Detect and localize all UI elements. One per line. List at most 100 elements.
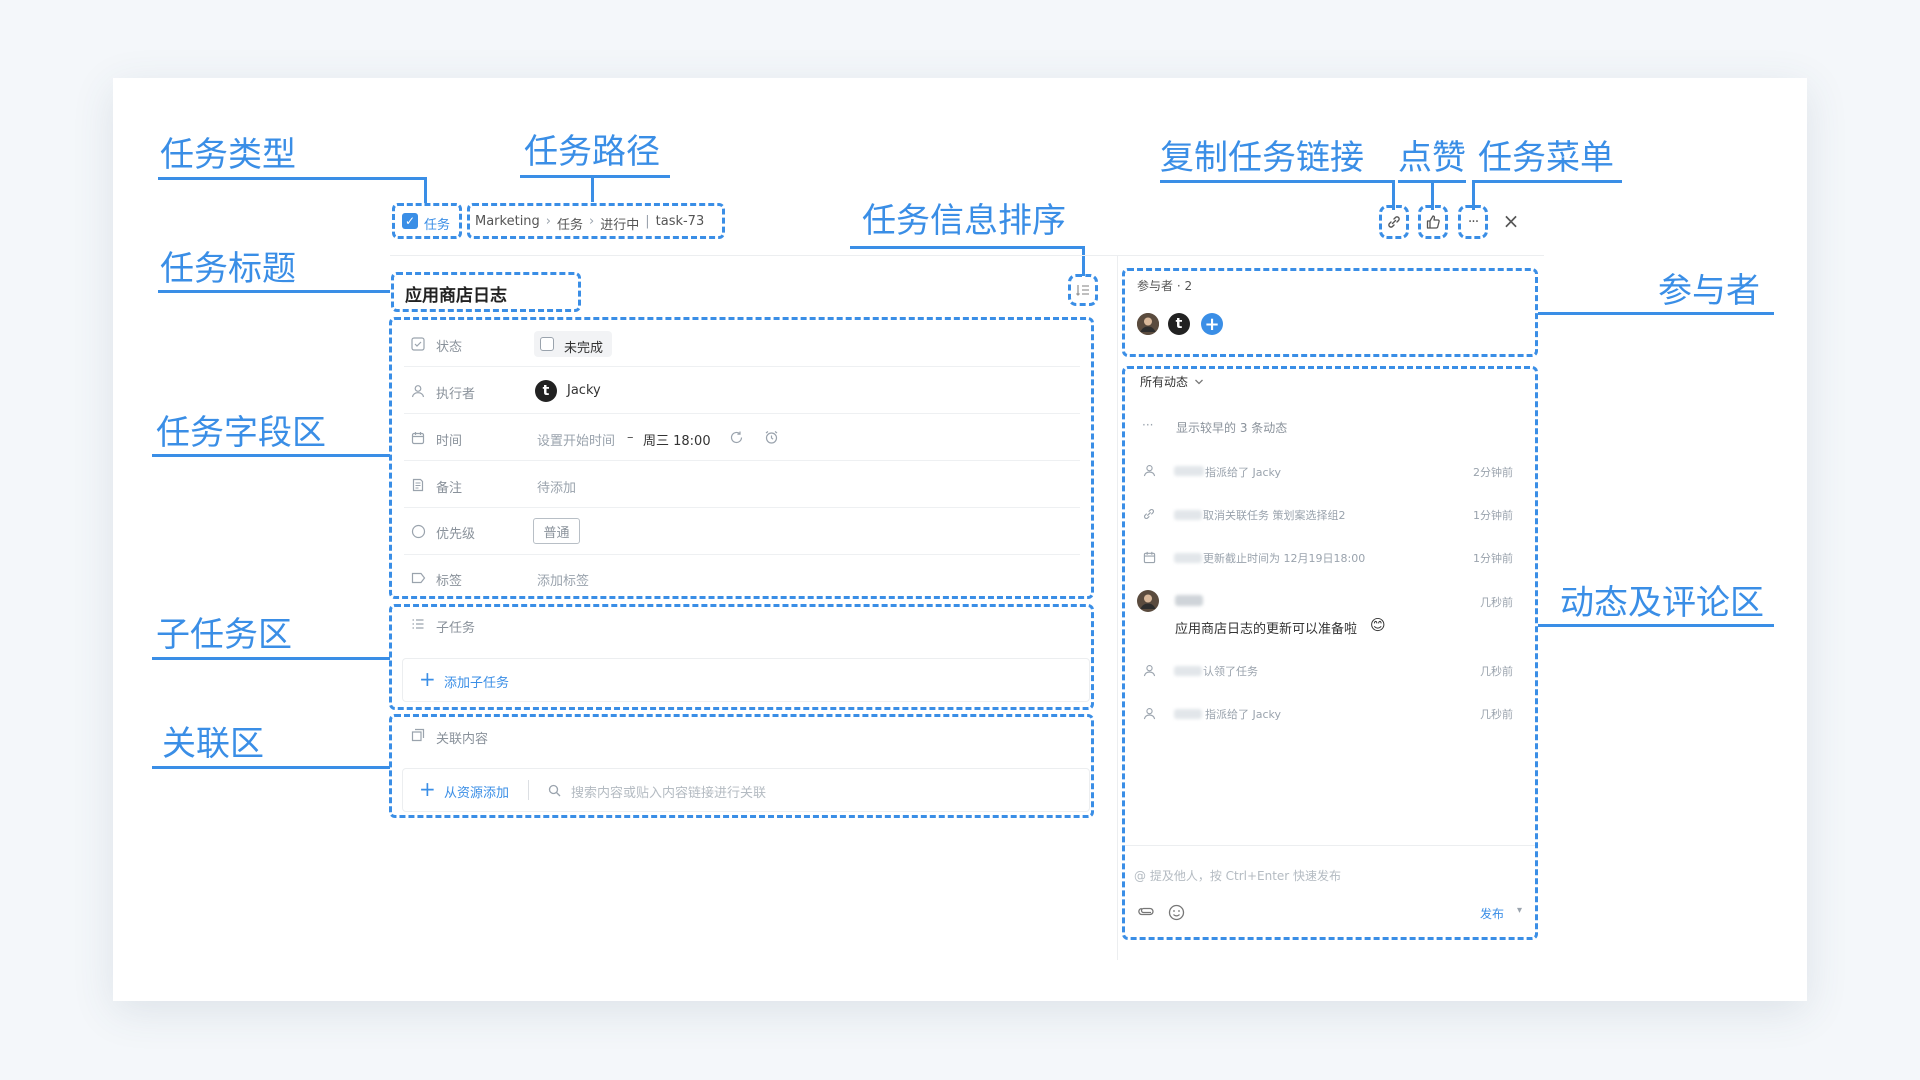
assignee-value[interactable]: Jacky bbox=[567, 383, 601, 398]
activity-time: 2分钟前 bbox=[1473, 466, 1513, 479]
start-time-placeholder[interactable]: 设置开始时间 bbox=[537, 430, 615, 449]
annotation-subtasks-area: 子任务区 bbox=[156, 615, 292, 655]
relations-search-input[interactable]: 搜索内容或贴入内容链接进行关联 bbox=[571, 782, 766, 801]
annotation-copy-link: 复制任务链接 bbox=[1160, 138, 1364, 178]
status-value: 未完成 bbox=[564, 341, 604, 356]
annotation-line bbox=[158, 290, 390, 293]
chevron-right-icon: › bbox=[545, 214, 551, 229]
add-subtask-button[interactable]: 添加子任务 bbox=[444, 672, 509, 691]
participant-avatar-photo[interactable] bbox=[1137, 313, 1159, 335]
activity-icon-wrap bbox=[1141, 662, 1157, 678]
copy-link-button[interactable] bbox=[1383, 212, 1405, 232]
link-icon bbox=[1388, 216, 1400, 228]
breadcrumb-item-task-id[interactable]: task-73 bbox=[656, 214, 705, 233]
reminder-button[interactable] bbox=[762, 428, 780, 446]
annotation-line bbox=[1538, 624, 1774, 627]
annotation-line bbox=[152, 766, 390, 769]
activity-text: 指派给了 Jacky bbox=[1205, 708, 1282, 721]
assignee-label: 执行者 bbox=[436, 387, 476, 402]
annotation-task-type: 任务类型 bbox=[160, 135, 296, 175]
avatar-letter: t bbox=[1175, 316, 1183, 332]
activity-filter-dropdown[interactable]: 所有动态 bbox=[1140, 373, 1204, 390]
header-divider bbox=[390, 255, 1544, 256]
column-divider bbox=[1117, 256, 1118, 960]
end-time-value[interactable]: 周三 18:00 bbox=[643, 430, 711, 449]
activity-text: 更新截止时间为 12月19日18:00 bbox=[1203, 552, 1366, 565]
activity-icon-wrap bbox=[1141, 462, 1157, 478]
thumbs-up-icon bbox=[1426, 215, 1440, 229]
commenter-avatar[interactable] bbox=[1137, 590, 1159, 612]
priority-select[interactable]: 普通 bbox=[533, 518, 580, 544]
annotation-line bbox=[591, 175, 594, 202]
annotation-activity-area: 动态及评论区 bbox=[1560, 583, 1764, 623]
emoji-button[interactable] bbox=[1166, 902, 1186, 922]
status-field-icon-wrap bbox=[410, 336, 426, 352]
note-placeholder[interactable]: 待添加 bbox=[537, 477, 576, 496]
like-button[interactable] bbox=[1422, 212, 1444, 232]
comment-text: 应用商店日志的更新可以准备啦 bbox=[1175, 622, 1358, 637]
annotation-task-path: 任务路径 bbox=[524, 132, 660, 172]
subtasks-header: 子任务 bbox=[436, 621, 476, 636]
status-label: 状态 bbox=[436, 340, 463, 355]
close-button[interactable]: × bbox=[1500, 209, 1522, 233]
annotation-relations-area: 关联区 bbox=[162, 724, 264, 764]
user-icon bbox=[1143, 707, 1155, 719]
row-divider bbox=[404, 460, 1080, 461]
unchecked-box-icon bbox=[540, 337, 554, 351]
note-field-icon-wrap bbox=[410, 477, 426, 493]
avatar-photo-icon bbox=[1137, 313, 1159, 335]
annotation-line bbox=[1160, 180, 1394, 183]
smile-emoji-icon: 😊 bbox=[1370, 616, 1386, 634]
breadcrumb-item-stage[interactable]: 进行中 bbox=[600, 214, 639, 233]
plus-icon: + bbox=[419, 777, 436, 801]
annotation-line bbox=[1082, 246, 1085, 276]
comment-divider bbox=[1125, 845, 1535, 846]
tags-label: 标签 bbox=[436, 574, 463, 589]
row-divider bbox=[404, 366, 1080, 367]
activity-time: 几秒前 bbox=[1480, 596, 1513, 609]
publish-button[interactable]: 发布 bbox=[1480, 905, 1504, 922]
user-icon bbox=[1143, 664, 1155, 676]
add-participant-button[interactable]: + bbox=[1201, 313, 1223, 335]
task-title[interactable]: 应用商店日志 bbox=[405, 281, 507, 306]
comment-input[interactable]: @ 提及他人，按 Ctrl+Enter 快速发布 bbox=[1134, 867, 1341, 884]
priority-circle-icon bbox=[411, 524, 425, 538]
tag-icon bbox=[411, 572, 425, 584]
annotation-fields-area: 任务字段区 bbox=[156, 413, 326, 453]
plus-icon: + bbox=[1204, 313, 1220, 335]
subtask-header-icon-wrap bbox=[410, 616, 426, 632]
repeat-button[interactable] bbox=[727, 428, 745, 446]
attachment-button[interactable] bbox=[1137, 903, 1155, 921]
smile-icon bbox=[1168, 904, 1184, 920]
activity-time: 1分钟前 bbox=[1473, 509, 1513, 522]
tags-placeholder[interactable]: 添加标签 bbox=[537, 570, 589, 589]
annotation-line bbox=[424, 177, 427, 203]
breadcrumb-item-project[interactable]: Marketing bbox=[475, 214, 540, 233]
participant-avatar-t[interactable]: t bbox=[1168, 313, 1190, 335]
annotation-line bbox=[850, 246, 1084, 249]
calendar-icon bbox=[411, 432, 425, 445]
user-icon bbox=[411, 385, 425, 398]
breadcrumb-item-tasklist[interactable]: 任务 bbox=[557, 214, 583, 233]
assignee-avatar[interactable]: t bbox=[535, 380, 557, 402]
activity-icon-wrap bbox=[1141, 506, 1157, 522]
avatar-photo-icon bbox=[1137, 590, 1159, 612]
task-type-label[interactable]: 任务 bbox=[424, 214, 450, 233]
activity-icon-wrap bbox=[1141, 705, 1157, 721]
activity-icon-wrap bbox=[1141, 549, 1157, 565]
info-sort-button[interactable] bbox=[1072, 280, 1094, 300]
highlight-fields-area bbox=[389, 317, 1094, 599]
add-from-resources-button[interactable]: 从资源添加 bbox=[444, 782, 509, 801]
relations-header: 关联内容 bbox=[436, 732, 489, 747]
annotation-task-title: 任务标题 bbox=[160, 249, 296, 289]
activity-text: 认领了任务 bbox=[1203, 665, 1258, 678]
blurred-username bbox=[1174, 709, 1202, 719]
publish-options-caret-icon[interactable]: ▾ bbox=[1517, 905, 1522, 916]
annotation-line bbox=[152, 657, 390, 660]
highlight-activity-area bbox=[1122, 366, 1538, 940]
row-divider bbox=[404, 413, 1080, 414]
show-earlier-activity-button[interactable]: 显示较早的 3 条动态 bbox=[1176, 419, 1287, 436]
annotation-line bbox=[158, 177, 426, 180]
more-menu-button[interactable]: ··· bbox=[1462, 212, 1484, 232]
blurred-username bbox=[1174, 510, 1202, 520]
